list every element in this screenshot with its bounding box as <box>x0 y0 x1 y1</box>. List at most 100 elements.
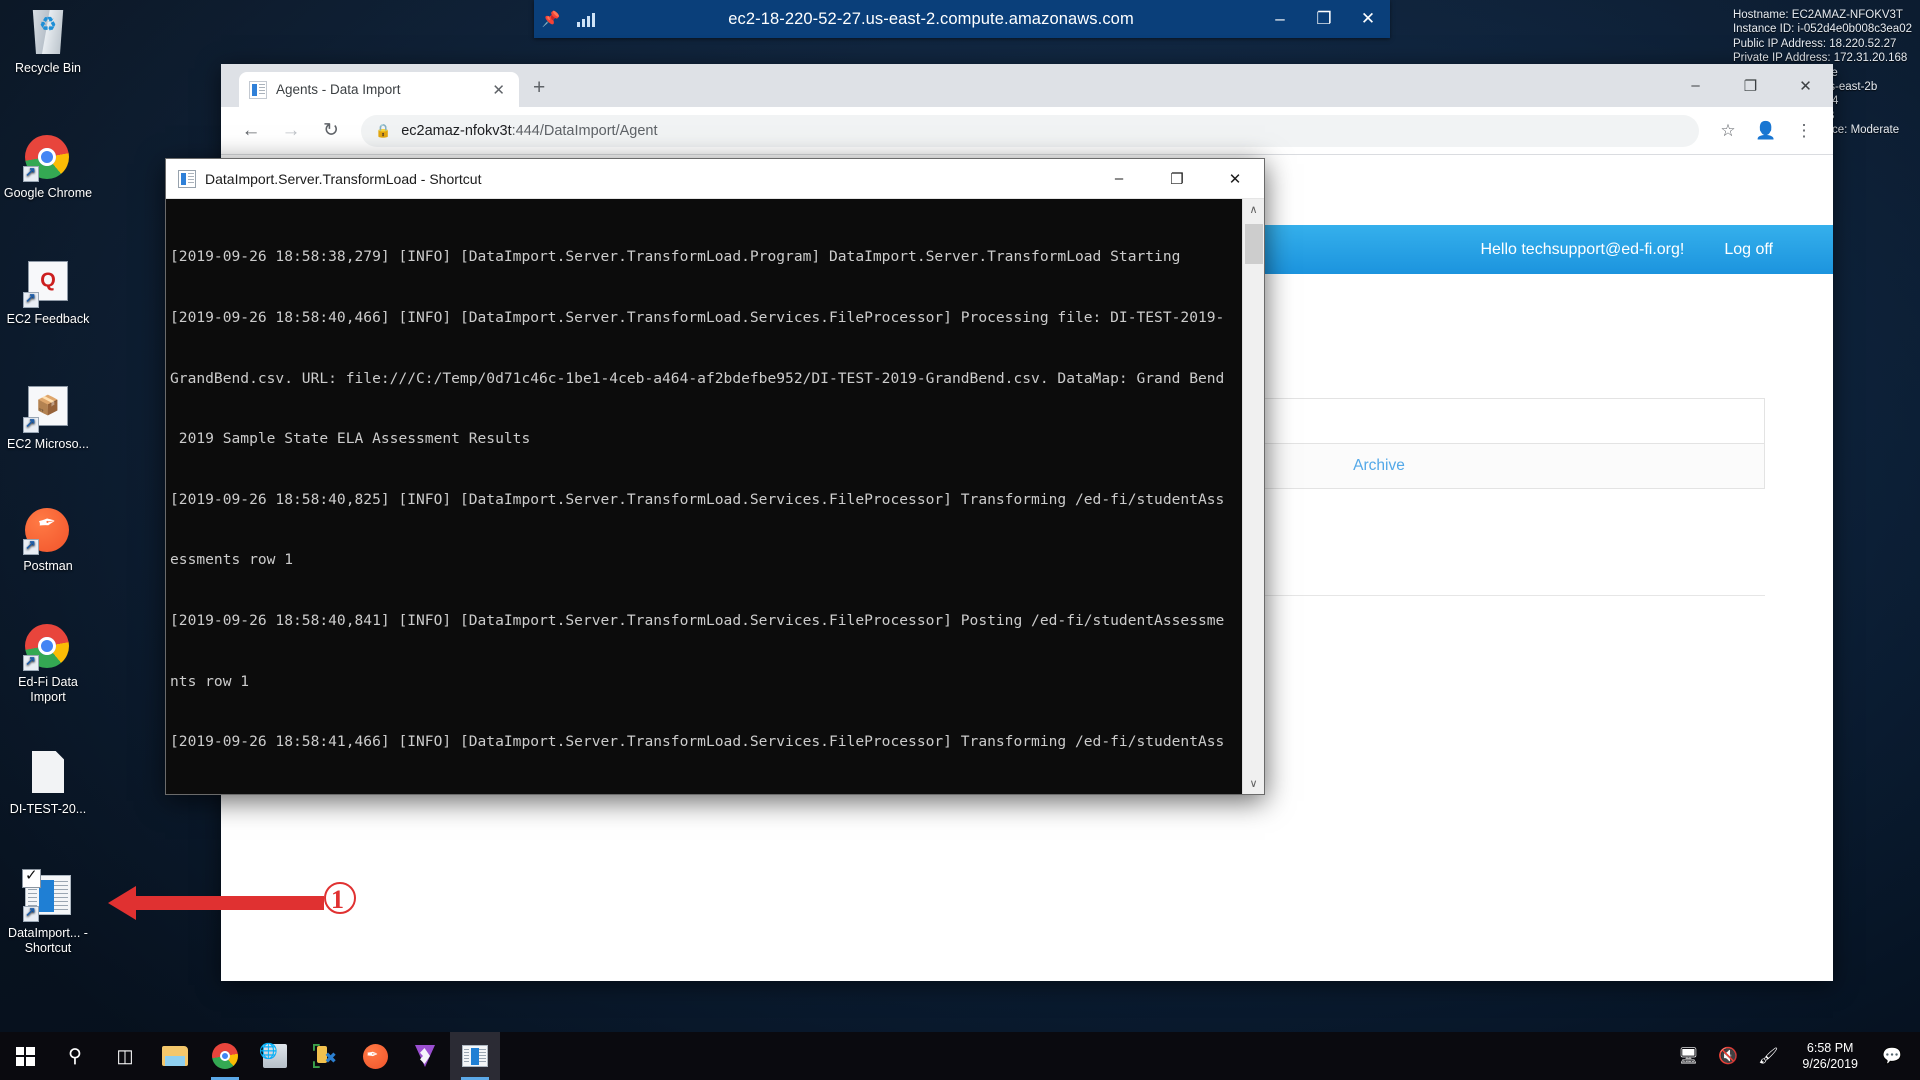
dataimport-app-icon <box>178 169 196 188</box>
postman-icon <box>23 508 71 555</box>
desktop-icon-label: EC2 Microso... <box>7 437 89 451</box>
browser-minimize-button[interactable]: – <box>1668 64 1723 107</box>
signal-strength-icon <box>568 11 604 27</box>
reload-button[interactable]: ↻ <box>311 119 351 142</box>
console-window-controls: – ❐ ✕ <box>1090 159 1264 199</box>
console-line: [2019-09-26 18:58:38,279] [INFO] [DataIm… <box>170 248 1181 266</box>
shortcut-overlay-icon <box>23 164 39 182</box>
shortcut-overlay-icon <box>23 290 39 308</box>
shortcut-overlay-icon <box>23 415 39 433</box>
star-icon[interactable]: ☆ <box>1709 121 1747 141</box>
shortcut-overlay-icon <box>23 537 39 555</box>
ec2-microsoft-icon: 📦 <box>23 386 71 433</box>
pin-icon[interactable]: 📌 <box>534 10 568 28</box>
sql-server-management-studio-icon: ✖ <box>313 1044 337 1068</box>
info-line: Instance ID: i-052d4e0b008c3ea02 <box>1732 23 1912 36</box>
rdp-minimize-button[interactable]: – <box>1258 9 1302 29</box>
desktop-icon-recycle-bin[interactable]: Recycle Bin <box>0 10 96 76</box>
new-tab-button[interactable]: + <box>533 77 545 98</box>
desktop-icon-label: Postman <box>23 559 73 573</box>
console-scrollbar[interactable]: ∧ ∨ <box>1242 199 1264 794</box>
rdp-hostname: ec2-18-220-52-27.us-east-2.compute.amazo… <box>728 9 1134 28</box>
scroll-up-arrow-icon[interactable]: ∧ <box>1243 199 1264 220</box>
desktop-icon-label: Google Chrome <box>3 186 93 200</box>
scroll-down-arrow-icon[interactable]: ∨ <box>1243 773 1264 794</box>
document-icon <box>25 751 71 797</box>
back-button[interactable]: ← <box>231 120 271 142</box>
console-line-with-cursor: essments row 2 <box>170 793 1240 794</box>
desktop-icon-ed-fi-data-import[interactable]: Ed-Fi Data Import <box>0 624 96 705</box>
shortcut-overlay-icon <box>23 904 39 922</box>
browser-close-button[interactable]: ✕ <box>1778 64 1833 107</box>
file-explorer-icon <box>162 1046 188 1066</box>
dataimport-app-icon <box>22 868 71 922</box>
volume-muted-icon[interactable]: 🔇 <box>1708 1046 1748 1066</box>
browser-maximize-button[interactable]: ❐ <box>1723 64 1778 107</box>
console-line: [2019-09-26 18:58:40,466] [INFO] [DataIm… <box>170 309 1225 327</box>
server-manager-icon <box>259 1042 287 1068</box>
taskbar-postman[interactable] <box>350 1032 400 1080</box>
transformload-console-window: DataImport.Server.TransformLoad - Shortc… <box>165 158 1265 795</box>
action-center-icon[interactable]: 💬 <box>1872 1046 1912 1066</box>
console-line: essments row 1 <box>170 551 294 569</box>
close-icon[interactable]: ✕ <box>488 81 509 99</box>
rdp-restore-button[interactable]: ❐ <box>1302 9 1346 29</box>
archive-link[interactable]: Archive <box>1353 457 1405 474</box>
q-glyph: Q <box>40 269 56 292</box>
console-minimize-button[interactable]: – <box>1090 159 1148 199</box>
taskbar-search-button[interactable]: ⚲ <box>50 1032 100 1080</box>
visual-studio-icon <box>413 1044 437 1068</box>
chrome-icon <box>23 624 71 671</box>
greeting-link[interactable]: Hello techsupport@ed-fi.org! <box>1480 241 1684 259</box>
taskbar-clock[interactable]: 6:58 PM 9/26/2019 <box>1788 1040 1872 1072</box>
kebab-menu-icon[interactable]: ⋮ <box>1785 121 1823 141</box>
url-path: :444/DataImport/Agent <box>511 122 658 139</box>
taskbar-server-manager[interactable] <box>250 1032 300 1080</box>
checkbox-overlay-icon <box>22 868 41 888</box>
desktop-icon-label: DI-TEST-20... <box>9 802 87 816</box>
desktop-icon-ec2-feedback[interactable]: Q EC2 Feedback <box>0 258 96 327</box>
ec2-feedback-icon: Q <box>23 261 71 308</box>
taskbar-visual-studio[interactable] <box>400 1032 450 1080</box>
console-maximize-button[interactable]: ❐ <box>1148 159 1206 199</box>
desktop-icon-label: Recycle Bin <box>15 61 81 75</box>
lock-icon: 🔒 <box>375 122 392 138</box>
forward-button[interactable]: → <box>271 120 311 142</box>
postman-icon <box>362 1043 388 1069</box>
rdp-connection-bar: 📌 ec2-18-220-52-27.us-east-2.compute.ama… <box>534 0 1390 38</box>
taskbar-ssms[interactable]: ✖ <box>300 1032 350 1080</box>
browser-tab-agents-data-import[interactable]: Agents - Data Import ✕ <box>239 72 519 107</box>
taskbar-dataimport-console[interactable] <box>450 1032 500 1080</box>
logoff-link[interactable]: Log off <box>1724 241 1773 259</box>
dataimport-favicon-icon <box>249 80 267 99</box>
task-view-button[interactable]: ◫ <box>100 1032 150 1080</box>
clock-time: 6:58 PM <box>1806 1041 1854 1055</box>
shortcut-overlay-icon <box>23 653 39 671</box>
desktop-icon-label: Ed-Fi Data Import <box>18 675 78 704</box>
address-bar[interactable]: 🔒 ec2amaz-nfokv3t:444/DataImport/Agent <box>361 114 1699 147</box>
desktop-icon-dataimport-shortcut[interactable]: DataImport... - Shortcut <box>0 868 96 956</box>
desktop-icon-label: EC2 Feedback <box>6 312 90 326</box>
network-icon[interactable]: 🖥 <box>1668 1046 1708 1066</box>
desktop-icon-google-chrome[interactable]: Google Chrome <box>0 135 96 201</box>
rdp-close-button[interactable]: ✕ <box>1346 9 1390 29</box>
pen-icon[interactable]: 🖌 <box>1748 1046 1788 1066</box>
console-title-bar[interactable]: DataImport.Server.TransformLoad - Shortc… <box>166 159 1264 199</box>
console-close-button[interactable]: ✕ <box>1206 159 1264 199</box>
taskbar-chrome[interactable] <box>200 1032 250 1080</box>
console-line: [2019-09-26 18:58:40,841] [INFO] [DataIm… <box>170 612 1225 630</box>
taskbar-file-explorer[interactable] <box>150 1032 200 1080</box>
start-button[interactable] <box>0 1032 50 1080</box>
search-icon: ⚲ <box>68 1045 82 1067</box>
browser-toolbar: ← → ↻ 🔒 ec2amaz-nfokv3t:444/DataImport/A… <box>221 107 1833 155</box>
desktop-icon-di-test-csv[interactable]: DI-TEST-20... <box>0 750 96 817</box>
console-line: 2019 Sample State ELA Assessment Results <box>170 430 531 448</box>
browser-tab-strip: Agents - Data Import ✕ + – ❐ ✕ <box>221 64 1833 107</box>
console-output-text[interactable]: [2019-09-26 18:58:38,279] [INFO] [DataIm… <box>166 199 1242 794</box>
chrome-icon <box>23 135 71 182</box>
account-icon[interactable]: 👤 <box>1747 121 1785 141</box>
windows-start-icon <box>15 1046 35 1066</box>
desktop-icon-ec2-microsoft[interactable]: 📦 EC2 Microso... <box>0 383 96 452</box>
desktop-icon-postman[interactable]: Postman <box>0 508 96 574</box>
scrollbar-thumb[interactable] <box>1245 224 1263 264</box>
